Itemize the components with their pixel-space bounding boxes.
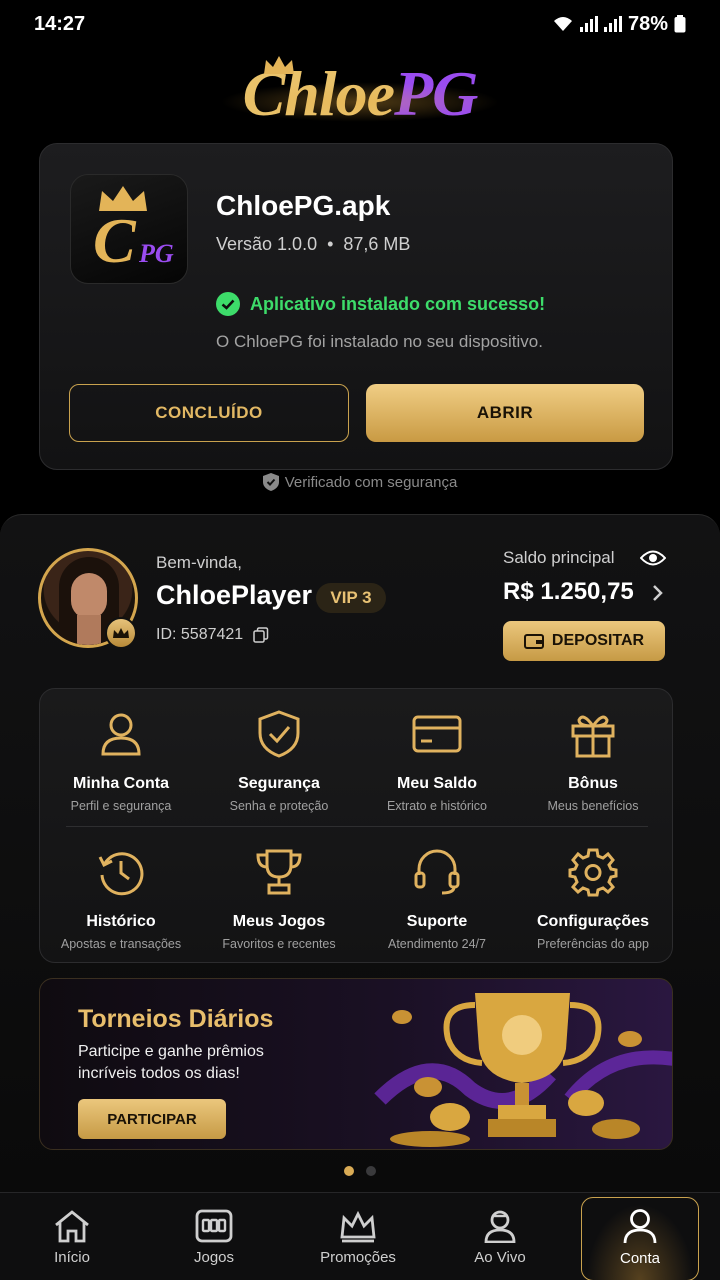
nav-item-ao-vivo[interactable]: Ao Vivo xyxy=(428,1193,572,1280)
install-card: C PG ChloePG.apk Versão 1.0.0 • 87,6 MB A… xyxy=(39,143,673,470)
battery-percent: 78% xyxy=(627,12,668,35)
signal-icon-2 xyxy=(603,16,622,32)
menu-item-minha-conta[interactable]: Minha Conta Perfil e segurança xyxy=(42,709,200,813)
menu-item-configuracoes[interactable]: Configurações Preferências do app xyxy=(514,847,672,951)
nav-item-conta[interactable]: Conta xyxy=(568,1193,712,1280)
wallet-icon xyxy=(523,634,544,649)
nav-item-jogos[interactable]: Jogos xyxy=(142,1193,286,1280)
signal-icon xyxy=(579,16,598,32)
menu-item-historico[interactable]: Histórico Apostas e transações xyxy=(42,847,200,951)
success-message: Aplicativo instalado com sucesso! xyxy=(216,292,545,316)
carousel-dot-active[interactable] xyxy=(344,1166,354,1176)
menu-item-suporte[interactable]: Suporte Atendimento 24/7 xyxy=(358,847,516,951)
crown-icon xyxy=(340,1210,376,1242)
promo-title: Torneios Diários xyxy=(78,1005,274,1033)
menu-item-bonus[interactable]: Bônus Meus benefícios xyxy=(514,709,672,813)
slots-icon xyxy=(195,1209,233,1242)
nav-item-inicio[interactable]: Início xyxy=(0,1193,144,1280)
history-icon xyxy=(98,852,144,896)
participate-button[interactable]: PARTICIPAR xyxy=(78,1099,226,1139)
success-description: O ChloePG foi instalado no seu dispositi… xyxy=(216,332,543,351)
vip-badge: VIP 3 xyxy=(316,583,386,613)
gear-icon xyxy=(568,848,618,897)
home-icon xyxy=(55,1209,89,1242)
copy-icon[interactable] xyxy=(253,627,269,643)
check-circle-icon xyxy=(216,292,240,316)
account-icon xyxy=(623,1208,657,1243)
gift-icon xyxy=(571,715,615,758)
trophy-illustration xyxy=(374,993,672,1147)
user-icon xyxy=(101,713,141,756)
balance-label: Saldo principal xyxy=(503,548,615,567)
user-id: ID: 5587421 xyxy=(156,626,269,644)
menu-item-seguranca[interactable]: Segurança Senha e proteção xyxy=(200,709,358,813)
wifi-icon xyxy=(553,17,572,31)
done-button[interactable]: CONCLUÍDO xyxy=(69,384,349,442)
promo-banner[interactable]: Torneios Diários Participe e ganhe prêmi… xyxy=(39,978,673,1150)
security-verified: Verificado com segurança xyxy=(0,473,720,491)
carousel-dot[interactable] xyxy=(366,1166,376,1176)
promo-description: Participe e ganhe prêmios incríveis todo… xyxy=(78,1043,264,1082)
battery-icon xyxy=(674,15,686,33)
username: ChloePlayer xyxy=(156,580,313,610)
account-menu: Minha Conta Perfil e segurança Segurança… xyxy=(39,688,673,963)
trophy-icon xyxy=(256,849,302,895)
avatar-crown-badge xyxy=(105,617,137,649)
crown-icon xyxy=(264,56,294,74)
status-time: 14:27 xyxy=(34,12,86,35)
app-icon: C PG xyxy=(70,174,188,284)
eye-icon[interactable] xyxy=(640,548,666,568)
menu-divider xyxy=(66,826,648,827)
nav-item-promocoes[interactable]: Promoções xyxy=(286,1193,430,1280)
greeting: Bem-vinda, xyxy=(156,553,242,572)
status-icons: 78% xyxy=(552,13,686,36)
shield-check-icon xyxy=(262,473,279,491)
brand-logo: ChloePG xyxy=(0,52,720,136)
live-dealer-icon xyxy=(484,1210,516,1243)
balance-value: R$ 1.250,75 xyxy=(503,578,634,605)
status-bar: 14:27 78% xyxy=(0,0,720,48)
headset-icon xyxy=(414,849,460,895)
card-icon xyxy=(412,715,462,753)
shield-check-icon xyxy=(258,710,300,758)
deposit-button[interactable]: DEPOSITAR xyxy=(503,621,665,661)
menu-item-meus-jogos[interactable]: Meus Jogos Favoritos e recentes xyxy=(200,847,358,951)
open-button[interactable]: ABRIR xyxy=(366,384,644,442)
crown-icon xyxy=(113,628,129,638)
menu-item-meu-saldo[interactable]: Meu Saldo Extrato e histórico xyxy=(358,709,516,813)
bottom-navigation: Início Jogos Promoções Ao Vivo Conta xyxy=(0,1192,720,1280)
chevron-right-icon[interactable] xyxy=(652,584,664,602)
carousel-indicator[interactable] xyxy=(0,1166,720,1176)
app-meta: Versão 1.0.0 • 87,6 MB xyxy=(216,234,411,254)
app-name: ChloePG.apk xyxy=(216,190,391,221)
